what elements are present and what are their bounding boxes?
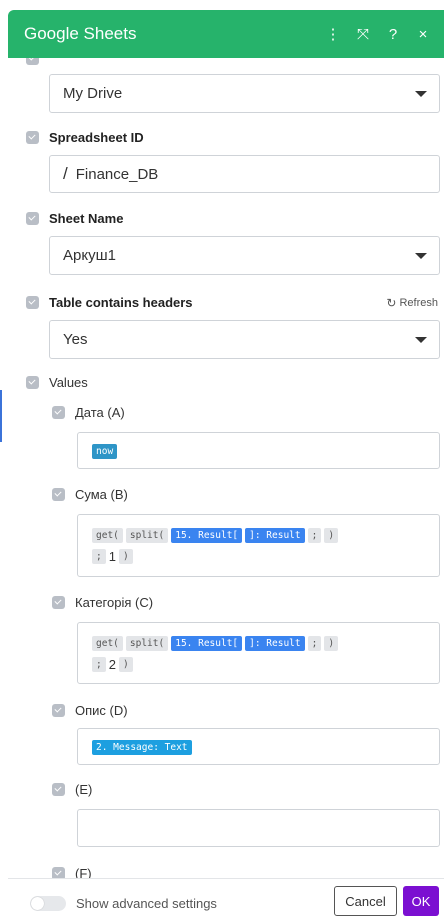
field-spreadsheet-id-header[interactable]: Spreadsheet ID [26,130,144,145]
refresh-button[interactable]: ↻ Refresh [386,296,438,310]
sheet-name-select[interactable]: Аркуш1 [49,236,440,275]
mapped-value-pill[interactable]: 15. Result[ [171,635,243,651]
function-pill[interactable]: get( [92,635,123,651]
collapse-checkbox-icon[interactable] [26,296,39,309]
module-form[interactable]: My Drive Spreadsheet ID / Finance_DB She… [8,58,444,878]
expand-icon[interactable]: ⤧ [348,26,378,43]
function-pill[interactable]: get( [92,527,123,543]
collapse-checkbox-icon[interactable] [52,704,65,717]
more-vertical-icon[interactable]: ⋮ [318,25,348,43]
mapped-value-pill[interactable]: now [92,443,118,459]
spreadsheet-id-input[interactable]: / Finance_DB [49,155,440,193]
field-label: (F) [75,866,92,878]
close-icon[interactable]: × [408,26,438,43]
column-b-header[interactable]: Сума (B) [52,487,128,502]
function-pill[interactable]: split( [125,527,169,543]
column-d-input[interactable]: 2. Message: Text [77,728,440,765]
path-slash-icon: / [63,164,68,183]
column-f-header[interactable]: (F) [52,866,92,878]
field-headers-header[interactable]: Table contains headers [26,295,440,310]
field-label: (E) [75,782,93,797]
close-paren-pill[interactable]: ) [118,656,133,672]
advanced-settings-toggle[interactable] [30,896,66,911]
collapse-checkbox-icon[interactable] [26,212,39,225]
field-label: Опис (D) [75,703,128,718]
drive-select[interactable]: My Drive [49,74,440,113]
mapped-value-pill[interactable]: 2. Message: Text [92,739,192,755]
ok-button[interactable]: OK [403,886,439,916]
help-icon[interactable]: ? [378,26,408,43]
collapse-checkbox-icon[interactable] [52,596,65,609]
column-d-header[interactable]: Опис (D) [52,703,128,718]
function-pill[interactable]: split( [125,635,169,651]
close-paren-pill[interactable]: ) [324,635,339,651]
field-values-header[interactable]: Values [26,375,88,390]
chevron-down-icon [415,90,427,97]
column-a-header[interactable]: Дата (A) [52,405,125,420]
field-sheet-name-header[interactable]: Sheet Name [26,211,123,226]
drive-select-value: My Drive [63,85,123,102]
column-b-input[interactable]: get( split( 15. Result[ ]: Result ; ) ; … [77,514,440,577]
collapse-checkbox-icon[interactable] [26,376,39,389]
column-c-header[interactable]: Категорія (C) [52,595,153,610]
column-a-input[interactable]: now [77,432,440,469]
scroll-indicator [0,390,2,442]
field-label: Сума (B) [75,487,128,502]
literal-value: 2 [108,656,116,672]
module-title: Google Sheets [24,24,137,43]
separator-pill[interactable]: ; [92,548,106,564]
close-paren-pill[interactable]: ) [118,548,133,564]
chevron-down-icon [415,336,427,343]
field-label: Table contains headers [49,295,193,310]
refresh-icon: ↻ [386,296,397,310]
collapse-checkbox-icon[interactable] [26,58,39,65]
field-label: Категорія (C) [75,595,154,610]
field-label: Дата (A) [75,405,125,420]
chevron-down-icon [415,252,427,259]
headers-select-value: Yes [63,331,88,348]
column-e-header[interactable]: (E) [52,782,92,797]
field-label: Sheet Name [49,211,124,226]
refresh-label: Refresh [399,297,438,309]
field-label: Spreadsheet ID [49,130,144,145]
field-label: Values [49,375,88,390]
close-paren-pill[interactable]: ) [324,527,339,543]
literal-value: 1 [108,548,116,564]
mapped-value-pill[interactable]: ]: Result [245,527,305,543]
collapse-checkbox-icon[interactable] [52,406,65,419]
collapse-checkbox-icon[interactable] [52,488,65,501]
collapse-checkbox-icon[interactable] [26,131,39,144]
toggle-knob [31,897,44,910]
headers-select[interactable]: Yes [49,320,440,359]
collapse-checkbox-icon[interactable] [52,867,65,878]
advanced-settings-label: Show advanced settings [76,896,217,911]
separator-pill[interactable]: ; [92,656,106,672]
collapse-checkbox-icon[interactable] [52,783,65,796]
cancel-button[interactable]: Cancel [334,886,397,916]
separator-pill[interactable]: ; [307,527,322,543]
sheet-name-value: Аркуш1 [63,247,116,264]
column-c-input[interactable]: get( split( 15. Result[ ]: Result ; ) ; … [77,622,440,684]
separator-pill[interactable]: ; [307,635,322,651]
mapped-value-pill[interactable]: ]: Result [245,635,305,651]
header-actions: ⋮ ⤧ ? × [318,25,444,44]
module-header: Google Sheets ⋮ ⤧ ? × [8,10,444,58]
field-drive-header[interactable] [26,58,39,65]
mapped-value-pill[interactable]: 15. Result[ [171,527,243,543]
spreadsheet-id-value: Finance_DB [75,165,159,183]
column-e-input[interactable] [77,809,440,847]
